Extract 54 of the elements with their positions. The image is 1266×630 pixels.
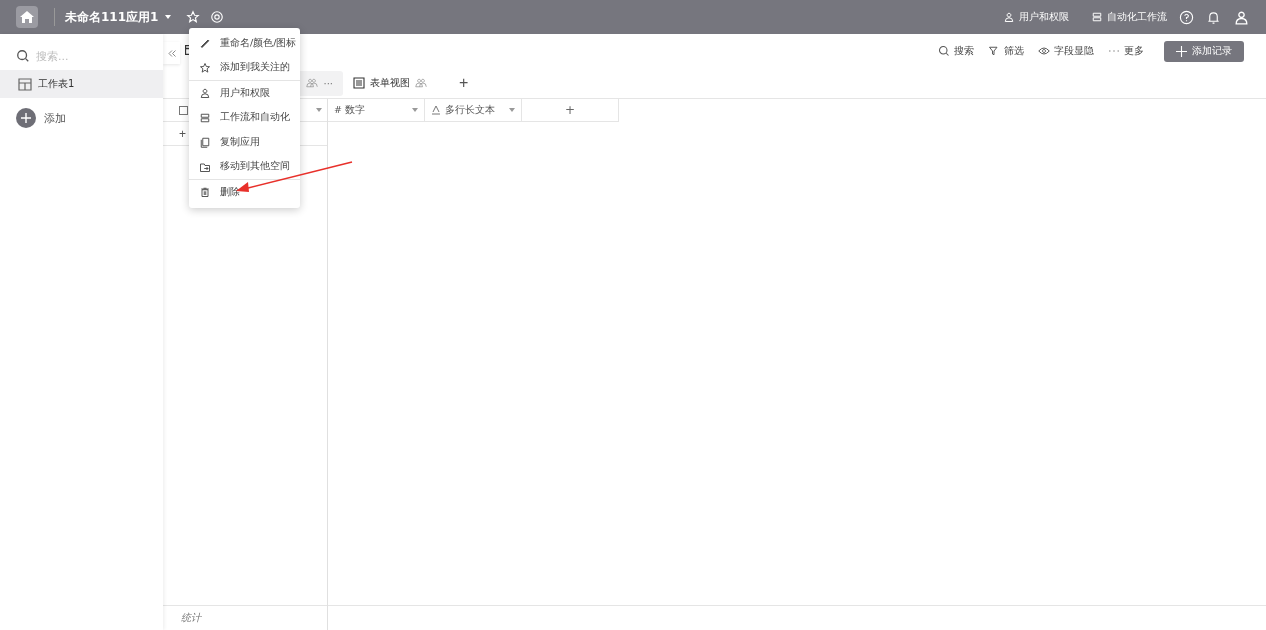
home-button[interactable] [16,6,38,28]
caret-icon [509,108,515,112]
add-column-button[interactable]: + [522,99,619,122]
workflow-icon [1091,11,1103,23]
menu-item[interactable]: 工作流和自动化 [189,105,300,130]
copy-icon [199,136,211,149]
column-header[interactable]: 多行长文本 [425,99,522,122]
pencil-icon [199,37,211,50]
plus-icon [16,108,36,128]
workflow-icon [199,111,211,124]
user-icon [199,87,211,100]
toolbar-button[interactable]: 筛选 [988,44,1024,58]
help-icon[interactable] [1179,9,1194,25]
column-header[interactable]: # 数字 [328,99,425,122]
toolbar-button[interactable]: 更多 [1108,44,1144,58]
star-icon[interactable] [186,10,201,24]
topbar-link[interactable]: 自动化工作流 [1091,10,1167,24]
home-icon [19,9,35,25]
sheet-item[interactable]: 工作表1 [0,70,163,98]
caret-icon [412,108,418,112]
toolbar-button[interactable]: 字段显隐 [1038,44,1094,58]
add-view-button[interactable]: + [459,74,469,92]
filter-icon [988,45,1000,57]
menu-item[interactable]: 用户和权限 [189,81,300,106]
text-icon [431,105,441,115]
people-icon [415,77,427,89]
view-tab[interactable]: 表单视图 [343,70,437,96]
caret-icon[interactable] [164,13,173,21]
menu-item[interactable]: 移动到其他空间 [189,154,300,179]
double-chevron-icon [167,49,176,57]
menu-item[interactable]: 复制应用 [189,130,300,155]
move-icon [199,160,211,173]
toolbar-button[interactable]: 搜索 [938,44,974,58]
star-icon [199,61,211,74]
app-name[interactable]: 未命名111应用1 [65,8,159,26]
topbar-link[interactable]: 用户和权限 [1003,10,1069,24]
trash-icon [199,186,211,199]
eye-icon [1038,45,1050,57]
add-record-button[interactable]: 添加记录 [1164,40,1244,62]
table-icon [18,77,32,91]
plus-icon [1176,45,1187,57]
people-icon [306,77,319,89]
add-sheet-button[interactable]: 添加 [16,108,66,128]
menu-item[interactable]: 添加到我关注的 [189,55,300,80]
search-icon [938,45,950,57]
footer-label: 统计 [163,605,327,630]
user-icon [1003,11,1015,23]
caret-icon [316,108,322,112]
menu-item[interactable]: 重命名/颜色/图标 [189,31,300,56]
search-icon [16,49,30,63]
menu-item[interactable]: 删除 [189,180,300,205]
form-icon [353,77,365,89]
bell-icon[interactable] [1206,9,1221,25]
settings-icon[interactable] [210,10,225,24]
